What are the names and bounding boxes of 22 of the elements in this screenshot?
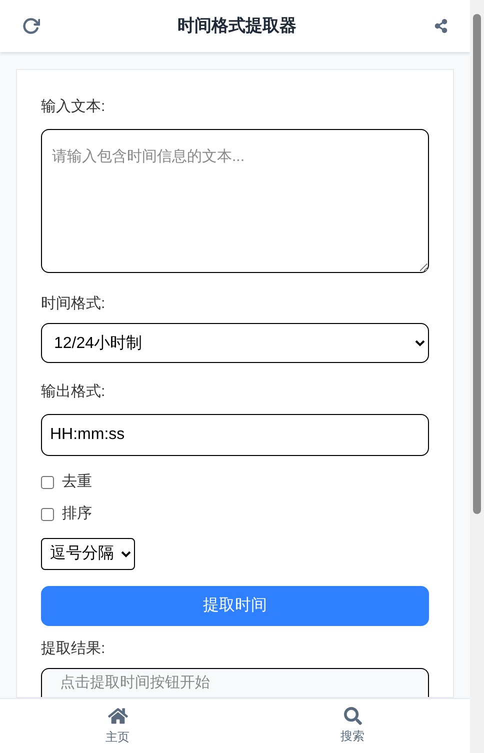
- extract-button[interactable]: 提取时间: [41, 586, 429, 626]
- option-checkbox[interactable]: [41, 508, 54, 521]
- field-label: 输出格式:: [41, 382, 106, 402]
- time-format-select[interactable]: 12/24小时制: [41, 323, 429, 363]
- separator-select[interactable]: 逗号分隔: [41, 538, 135, 570]
- home-icon: [108, 706, 128, 726]
- app-title: 时间格式提取器: [178, 15, 296, 38]
- field-label: 提取结果:: [41, 638, 106, 658]
- text-input-field[interactable]: 请输入包含时间信息的文本...: [41, 128, 429, 272]
- refresh-icon[interactable]: [22, 17, 40, 35]
- search-icon: [344, 707, 362, 725]
- field-label: 输入文本:: [41, 97, 106, 117]
- field-label: 时间格式:: [41, 294, 106, 314]
- result-field[interactable]: 点击提取时间按钮开始: [41, 668, 429, 697]
- option-label: 排序: [62, 504, 92, 524]
- nav-tab[interactable]: 主页: [0, 699, 235, 753]
- output-format-field[interactable]: HH:mm:ss: [41, 414, 429, 456]
- share-icon[interactable]: [434, 19, 448, 33]
- nav-tab[interactable]: 搜索: [235, 699, 470, 753]
- option-checkbox[interactable]: [41, 476, 54, 489]
- scrollbar[interactable]: [470, 0, 484, 753]
- option-label: 去重: [62, 472, 92, 492]
